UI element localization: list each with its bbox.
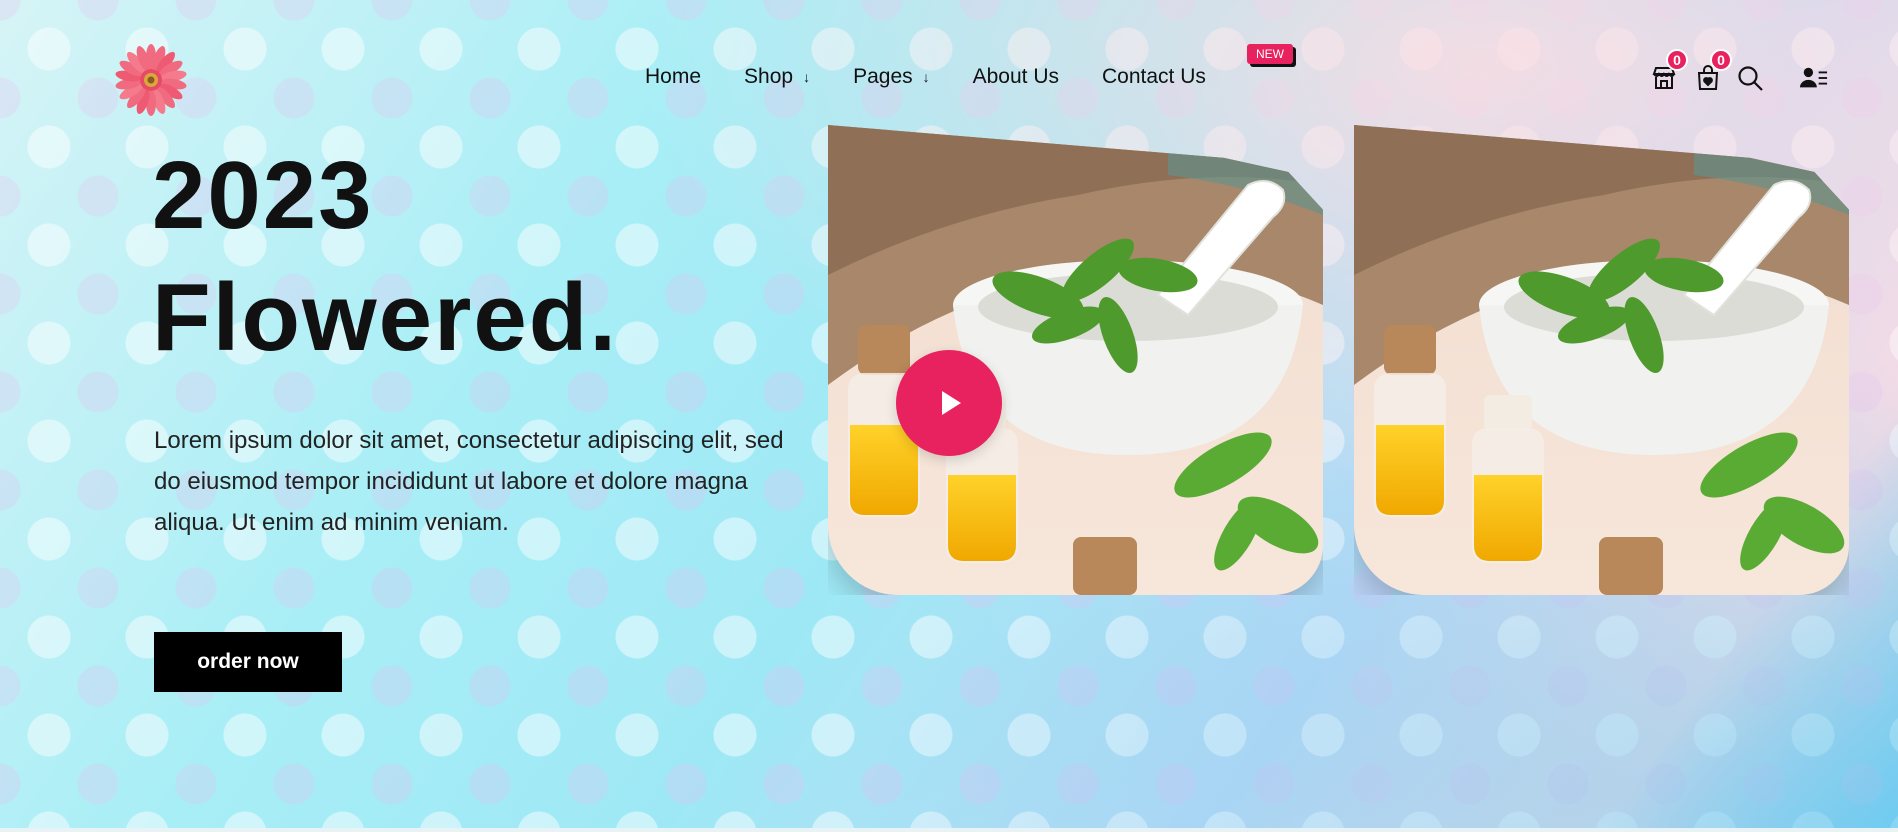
flower-logo[interactable] (115, 44, 187, 116)
nav-contact-us-label: Contact Us (1102, 65, 1206, 88)
hero-title: 2023 Flowered. (152, 135, 618, 379)
search-icon[interactable] (1736, 64, 1764, 92)
play-video-button[interactable] (896, 350, 1002, 456)
page-bottom-border (0, 828, 1898, 832)
arrow-down-icon: ↓ (922, 69, 930, 85)
bag-count-badge: 0 (1710, 49, 1732, 71)
play-icon (942, 391, 961, 415)
order-now-button[interactable]: order now (154, 632, 342, 692)
hero-image-card (1354, 125, 1849, 595)
nav-pages[interactable]: Pages ↓ (853, 58, 930, 96)
nav-shop[interactable]: Shop ↓ (744, 58, 810, 96)
hero-title-word: Flowered. (152, 264, 619, 371)
hero-image-card-video[interactable] (828, 125, 1323, 595)
main-nav: Home Shop ↓ Pages ↓ About Us Contact Us (645, 58, 1206, 96)
user-menu-icon[interactable] (1800, 64, 1828, 92)
new-badge: NEW (1247, 44, 1293, 64)
nav-about-us-label: About Us (972, 65, 1060, 88)
nav-home-label: Home (645, 65, 702, 88)
arrow-down-icon: ↓ (803, 69, 811, 85)
hero-description: Lorem ipsum dolor sit amet, consectetur … (154, 427, 784, 536)
nav-shop-label: Shop (744, 65, 794, 88)
mortar-herbs-image (828, 125, 1323, 595)
store-count-badge: 0 (1666, 49, 1688, 71)
mortar-herbs-image (1354, 125, 1849, 595)
nav-about-us[interactable]: About Us (973, 58, 1059, 96)
nav-pages-label: Pages (853, 65, 913, 88)
hero-title-year: 2023 (152, 142, 374, 249)
nav-home[interactable]: Home (645, 58, 701, 96)
nav-contact-us[interactable]: Contact Us (1102, 58, 1206, 96)
